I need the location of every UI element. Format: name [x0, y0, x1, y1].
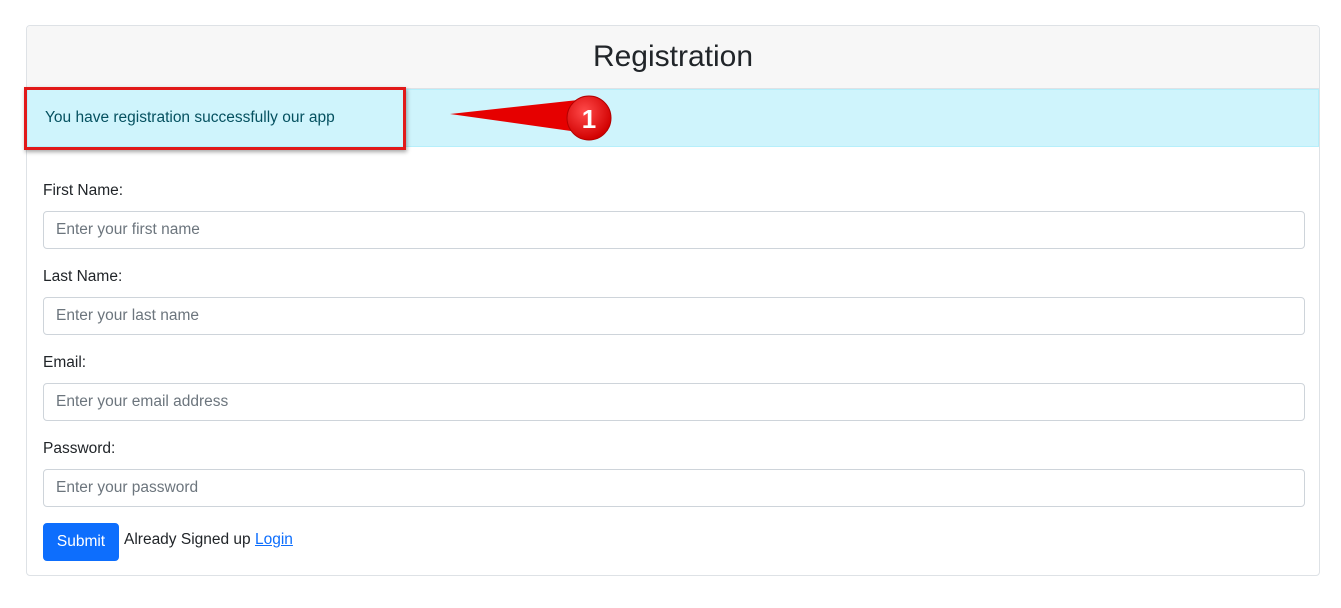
password-input[interactable]	[43, 469, 1305, 507]
last-name-input[interactable]	[43, 297, 1305, 335]
last-name-label: Last Name:	[43, 268, 123, 285]
already-signed-up-text: Already Signed up	[124, 531, 251, 548]
annotation-highlight-box	[24, 87, 406, 150]
card-header: Registration	[27, 26, 1319, 89]
first-name-label: First Name:	[43, 182, 124, 199]
email-label: Email:	[43, 354, 87, 371]
page-title: Registration	[592, 40, 754, 73]
annotation-number-badge: 1	[581, 103, 597, 134]
password-label: Password:	[43, 440, 116, 457]
submit-button[interactable]: Submit	[43, 523, 119, 561]
email-input[interactable]	[43, 383, 1305, 421]
first-name-input[interactable]	[43, 211, 1305, 249]
already-signed-up: Already Signed up Login	[124, 531, 293, 549]
login-link[interactable]: Login	[255, 531, 293, 548]
